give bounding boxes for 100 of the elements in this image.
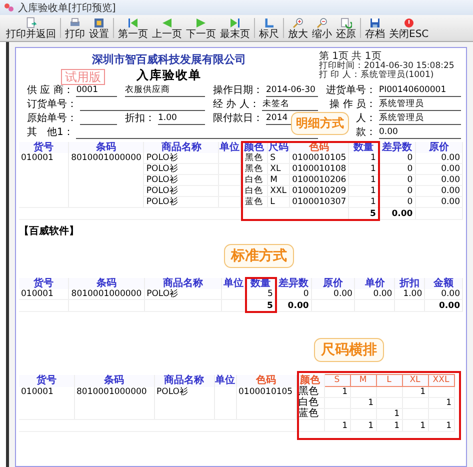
trial-stamp: 试用版 [61, 69, 105, 85]
field-value: 系统管理员 [379, 112, 461, 125]
table-cell: 0.00 [415, 164, 462, 174]
column-header: 颜色 [296, 374, 324, 386]
table-cell: 0 [378, 174, 416, 186]
table-cell: 0 [378, 186, 416, 196]
toolbar-icon [93, 16, 105, 28]
column-header: 金额 [424, 278, 462, 289]
toolbar-icon [369, 16, 381, 28]
close-button[interactable]: 关闭ESC [387, 15, 431, 41]
toolbar-icon [229, 16, 241, 28]
column-header: 差异数 [275, 278, 312, 289]
restore-button[interactable]: 还原 [334, 15, 358, 41]
table-cell: 0100010108 [290, 164, 349, 174]
table-cell: L [268, 196, 290, 208]
toolbar-icon [340, 16, 352, 28]
table-cell: 0 [378, 153, 416, 164]
next-button[interactable]: 下一页 [184, 15, 218, 41]
table-cell: 0.00 [415, 174, 462, 186]
total-cell: 0.00 [378, 208, 416, 220]
app-icon [4, 2, 14, 12]
total-cell: 1 [402, 420, 428, 432]
first-button[interactable]: 第一页 [116, 15, 150, 41]
column-header: 折扣 [394, 278, 425, 289]
table-cell: 白色 [240, 186, 268, 196]
prev-button[interactable]: 上一页 [150, 15, 184, 41]
table-cell: 1 [350, 398, 376, 408]
table-cell: 0100010105 [236, 386, 296, 420]
field-label: 其 他1： [27, 127, 74, 138]
table-cell: 010001 [19, 289, 69, 300]
last-button[interactable]: 最末页 [218, 15, 252, 41]
table-cell: 010001 [19, 386, 74, 420]
zoom-out-button[interactable]: 缩小 [310, 15, 334, 41]
print-return-button[interactable]: 打印并返回 [4, 15, 58, 41]
toolbar-icon [25, 16, 37, 28]
page-info: 打印时间：2014-06-30 15:08:25 [319, 62, 454, 70]
toolbar-icon [402, 16, 415, 28]
field-label: 折扣： [125, 113, 155, 124]
column-header: 单位 [218, 142, 241, 153]
field-value: 1.00 [158, 112, 205, 125]
table-cell: XL [268, 164, 290, 174]
save-button[interactable]: 存档 [363, 15, 387, 41]
table-cell: POLO衫 [154, 386, 214, 420]
table-cell: POLO衫 [144, 164, 219, 174]
table-cell: 1 [376, 408, 402, 420]
zoom-in-button[interactable]: 放大 [286, 15, 310, 41]
table-cell: 1 [348, 164, 378, 174]
table-cell: POLO衫 [144, 153, 219, 164]
callout-tooltip: 明细方式 [291, 112, 349, 135]
column-header: 条码 [74, 374, 154, 386]
field-value: 系统管理员 [379, 98, 461, 111]
field-value: 衣服供应商 [125, 84, 205, 97]
table-cell: 8010001000000 [68, 289, 144, 300]
column-header: 商品名称 [154, 374, 214, 386]
table-cell: 0.00 [415, 196, 462, 208]
toolbar-icon [127, 16, 139, 28]
table-cell: 1 [348, 174, 378, 186]
total-cell: 5 [348, 208, 378, 220]
table-cell: 010001 [19, 153, 69, 208]
table-cell: 5 [246, 289, 276, 300]
table-cell: 0100010206 [290, 174, 349, 186]
column-header: 色码 [236, 374, 296, 386]
callout-tooltip: 标准方式 [224, 244, 294, 268]
table-cell: 0100010307 [290, 196, 349, 208]
field-label: 经 办 人： [213, 99, 260, 110]
table-cell: 蓝色 [240, 196, 268, 208]
settings-button[interactable]: 设置 [87, 15, 111, 41]
table-cell: 1 [402, 386, 428, 398]
field-value: 2014-06-30 [266, 84, 318, 97]
table-cell: 1 [428, 398, 454, 408]
field-label: 订货单号： [27, 99, 77, 110]
column-header: 单价 [354, 278, 395, 289]
table-cell: 8010001000000 [74, 386, 154, 420]
table-cell: S [268, 153, 290, 164]
table-cell: 1 [348, 186, 378, 196]
table-cell: 1 [348, 196, 378, 208]
field-label: 供 应 商： [27, 85, 74, 96]
table-cell: 0100010105 [290, 153, 349, 164]
total-cell: 0.00 [275, 300, 312, 312]
total-cell: 1 [324, 420, 350, 432]
table-cell: 蓝色 [296, 408, 324, 420]
table-cell: 0.00 [424, 289, 462, 300]
table-cell: 8010001000000 [68, 153, 144, 208]
size-header: S [324, 374, 350, 386]
table-cell: M [268, 174, 290, 186]
total-cell: 1 [350, 420, 376, 432]
column-header: 条码 [68, 278, 144, 289]
column-header: 单位 [222, 278, 246, 289]
field-value: 未签名 [262, 98, 318, 111]
table-cell: XXL [268, 186, 290, 196]
footer-text: 【百威软件】 [19, 224, 80, 238]
table-cell: 1 [324, 386, 350, 398]
column-header: 商品名称 [144, 142, 219, 153]
table-cell: POLO衫 [144, 186, 219, 196]
print-button[interactable]: 打印 [63, 15, 87, 41]
column-header: 货号 [19, 278, 69, 289]
page-info: 打 印 人：系统管理员(1001) [319, 71, 435, 80]
ruler-button[interactable]: 标尺 [257, 15, 281, 41]
size-header: M [350, 374, 376, 386]
table-cell: 1.00 [394, 289, 425, 300]
